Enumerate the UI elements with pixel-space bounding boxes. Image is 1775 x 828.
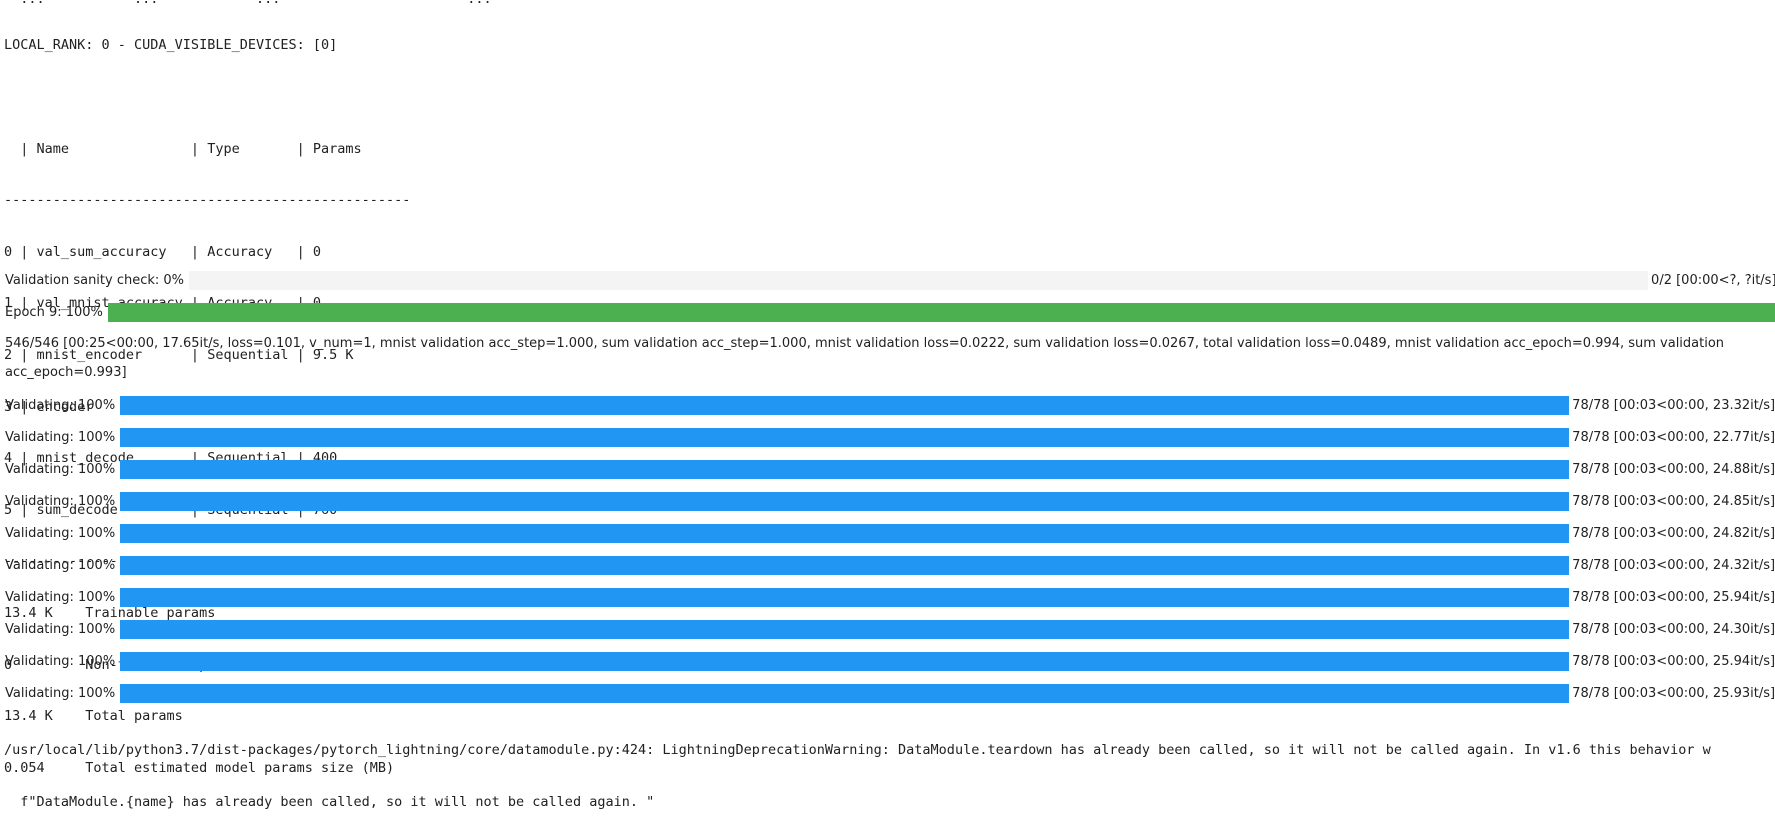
epoch-progress-postfix: 546/546 [00:25<00:00, 17.65it/s, loss=0.… xyxy=(5,336,1725,380)
progress-postfix: 78/78 [00:03<00:00, 24.88it/s] xyxy=(1572,461,1775,477)
progress-fill xyxy=(120,523,1570,543)
progress-track xyxy=(120,491,1570,511)
warning-line: f"DataModule.{name} has already been cal… xyxy=(4,794,655,810)
progress-track xyxy=(120,427,1570,447)
validation-progress: Validating: 100% 78/78 [00:03<00:00, 23.3… xyxy=(0,393,1775,417)
progress-label: Validating: 100% xyxy=(5,653,116,669)
progress-postfix: 78/78 [00:03<00:00, 24.85it/s] xyxy=(1572,493,1775,509)
progress-label: Validating: 100% xyxy=(5,621,116,637)
progress-fill xyxy=(120,459,1570,479)
validation-progress: Validating: 100% 78/78 [00:03<00:00, 22.7… xyxy=(0,425,1775,449)
progress-label: Validating: 100% xyxy=(5,589,116,605)
progress-postfix: 78/78 [00:03<00:00, 22.77it/s] xyxy=(1572,429,1775,445)
progress-label: Validating: 100% xyxy=(5,461,116,477)
progress-label: Validating: 100% xyxy=(5,397,116,413)
progress-postfix: 78/78 [00:03<00:00, 25.94it/s] xyxy=(1572,653,1775,669)
progress-label: Validation sanity check: 0% xyxy=(5,272,185,288)
progress-track xyxy=(120,395,1570,415)
progress-postfix: 78/78 [00:03<00:00, 25.93it/s] xyxy=(1572,685,1775,701)
progress-fill xyxy=(120,555,1570,575)
progress-track xyxy=(189,270,1649,290)
validation-progress: Validating: 100% 78/78 [00:03<00:00, 25.9… xyxy=(0,681,1775,705)
progress-fill xyxy=(120,395,1570,415)
progress-label: Validating: 100% xyxy=(5,429,116,445)
progress-track xyxy=(120,555,1570,575)
progress-label: Validating: 100% xyxy=(5,557,116,573)
summary-row: 0 | val_sum_accuracy | Accuracy | 0 xyxy=(4,243,321,260)
progress-track xyxy=(120,683,1570,703)
validation-progress: Validating: 100% 78/78 [00:03<00:00, 25.9… xyxy=(0,649,1775,673)
progress-track xyxy=(120,651,1570,671)
progress-fill xyxy=(120,587,1570,607)
progress-postfix: 78/78 [00:03<00:00, 23.32it/s] xyxy=(1572,397,1775,413)
progress-fill xyxy=(120,491,1570,511)
progress-postfix: 78/78 [00:03<00:00, 25.94it/s] xyxy=(1572,589,1775,605)
progress-fill xyxy=(107,302,1775,322)
progress-track xyxy=(120,619,1570,639)
progress-track xyxy=(120,587,1570,607)
epoch-progress: Epoch 9: 100% xyxy=(0,300,1775,324)
summary-separator: ----------------------------------------… xyxy=(4,192,411,209)
progress-postfix: 78/78 [00:03<00:00, 24.32it/s] xyxy=(1572,557,1775,573)
validation-progress: Validating: 100% 78/78 [00:03<00:00, 24.8… xyxy=(0,457,1775,481)
progress-postfix: 78/78 [00:03<00:00, 24.82it/s] xyxy=(1572,525,1775,541)
validation-progress: Validating: 100% 78/78 [00:03<00:00, 24.3… xyxy=(0,553,1775,577)
progress-fill xyxy=(120,651,1570,671)
progress-label: Validating: 100% xyxy=(5,525,116,541)
progress-postfix: 0/2 [00:00<?, ?it/s] xyxy=(1651,272,1775,288)
summary-header: | Name | Type | Params xyxy=(4,140,362,157)
validation-progress: Validating: 100% 78/78 [00:03<00:00, 24.8… xyxy=(0,521,1775,545)
progress-track xyxy=(107,302,1775,322)
validation-progress: Validating: 100% 78/78 [00:03<00:00, 24.8… xyxy=(0,489,1775,513)
progress-fill xyxy=(120,427,1570,447)
progress-fill xyxy=(120,619,1570,639)
progress-label: Validating: 100% xyxy=(5,685,116,701)
validation-progress: Validating: 100% 78/78 [00:03<00:00, 24.3… xyxy=(0,617,1775,641)
sanity-check-progress: Validation sanity check: 0% 0/2 [00:00<?… xyxy=(0,268,1775,292)
local-rank-line: LOCAL_RANK: 0 - CUDA_VISIBLE_DEVICES: [0… xyxy=(4,37,338,54)
validation-progress: Validating: 100% 78/78 [00:03<00:00, 25.9… xyxy=(0,585,1775,609)
progress-track xyxy=(120,523,1570,543)
progress-postfix: 78/78 [00:03<00:00, 24.30it/s] xyxy=(1572,621,1775,637)
progress-track xyxy=(120,459,1570,479)
progress-fill xyxy=(120,683,1570,703)
progress-label: Validating: 100% xyxy=(5,493,116,509)
deprecation-warning: /usr/local/lib/python3.7/dist-packages/p… xyxy=(4,708,1711,828)
warning-line: /usr/local/lib/python3.7/dist-packages/p… xyxy=(4,742,1711,759)
progress-label: Epoch 9: 100% xyxy=(5,304,103,320)
